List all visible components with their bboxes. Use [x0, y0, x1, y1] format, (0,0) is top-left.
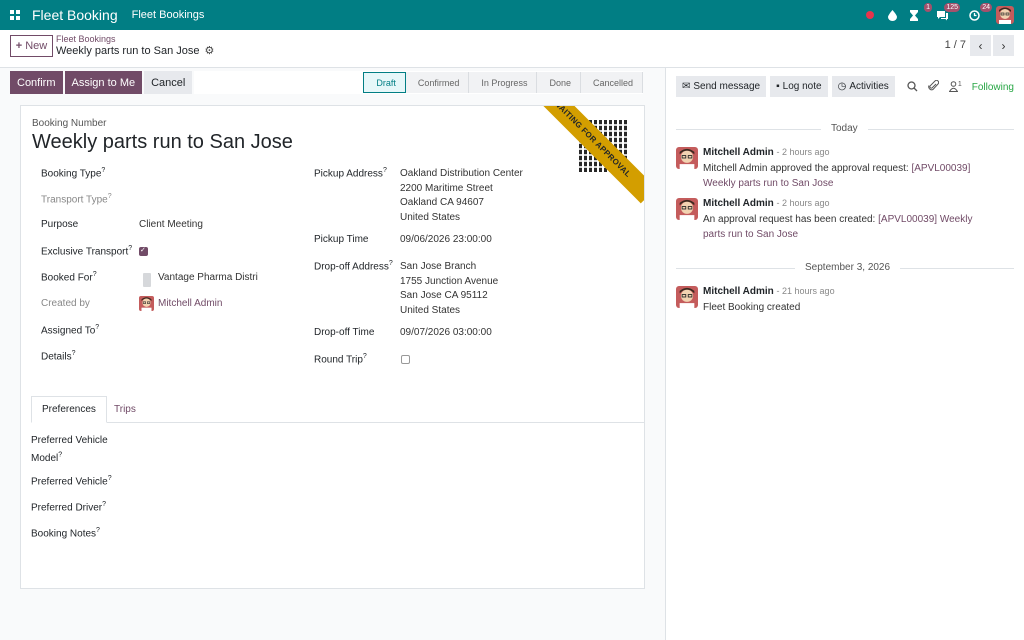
booking-number-field[interactable]: Weekly parts run to San Jose	[32, 131, 293, 154]
assign-to-me-button[interactable]: Assign to Me	[64, 71, 143, 94]
message-author[interactable]: Mitchell Admin	[703, 147, 774, 158]
apps-menu-icon[interactable]	[0, 0, 30, 30]
send-message-button[interactable]: ✉ Send message	[676, 76, 767, 97]
paperclip-icon[interactable]	[928, 79, 939, 95]
details-label: Details?	[41, 350, 76, 363]
app-brand[interactable]: Fleet Booking	[32, 7, 118, 23]
following-button[interactable]: Following	[972, 82, 1014, 93]
cancel-button[interactable]: Cancel	[144, 71, 193, 94]
top-navbar: Fleet Booking Fleet Bookings 1 125 24	[0, 0, 1024, 30]
creator-avatar	[139, 296, 154, 311]
note-icon: ▪	[776, 81, 780, 92]
confirm-button[interactable]: Confirm	[10, 71, 63, 94]
pager-next-button[interactable]: ›	[993, 35, 1014, 56]
purpose-label: Purpose	[41, 219, 79, 230]
dropoff-address-field[interactable]: San Jose Branch 1755 Junction Avenue San…	[400, 260, 498, 318]
pager-value[interactable]: 1 / 7	[945, 39, 966, 51]
activity-icon[interactable]: 1	[904, 0, 932, 30]
message-body: Fleet Booking created	[703, 302, 801, 313]
author-avatar[interactable]	[676, 198, 698, 220]
message-time: - 21 hours ago	[776, 286, 835, 296]
new-button[interactable]: + New	[10, 35, 53, 57]
pickup-time-field[interactable]: 09/06/2026 23:00:00	[400, 234, 492, 245]
partner-icon	[143, 273, 151, 287]
message-body: An approval request has been created: [A…	[703, 214, 973, 240]
tab-preferences[interactable]: Preferences	[31, 396, 107, 423]
message-time: - 2 hours ago	[776, 147, 830, 157]
followers-button[interactable]: 1	[948, 80, 962, 95]
created-by-label: Created by	[41, 298, 90, 309]
round-trip-label: Round Trip?	[314, 353, 367, 366]
message-author[interactable]: Mitchell Admin	[703, 286, 774, 297]
gear-icon[interactable]: ⚙	[204, 44, 214, 57]
date-separator-past: September 3, 2026	[795, 262, 901, 273]
breadcrumb[interactable]: Fleet Bookings	[56, 34, 116, 44]
activities-button[interactable]: ◷ Activities	[831, 76, 895, 97]
pager-previous-button[interactable]: ‹	[970, 35, 991, 56]
stage-draft[interactable]: Draft	[363, 72, 406, 93]
menu-fleet-bookings[interactable]: Fleet Bookings	[132, 9, 205, 21]
preferred-vehicle-model-label: Preferred Vehicle Model?	[31, 435, 108, 464]
form-area: Confirm Assign to Me Cancel Draft Confir…	[0, 68, 666, 640]
stage-pipeline: Draft Confirmed In Progress Done Cancell…	[363, 71, 643, 94]
round-trip-checkbox[interactable]	[401, 355, 410, 364]
notebook-tabs: Preferences Trips	[31, 396, 644, 423]
pickup-address-field[interactable]: Oakland Distribution Center 2200 Maritim…	[400, 167, 523, 225]
booking-notes-label: Booking Notes?	[31, 527, 100, 540]
message-time: - 2 hours ago	[776, 198, 830, 208]
author-avatar[interactable]	[676, 147, 698, 169]
dropoff-address-label: Drop-off Address?	[314, 260, 393, 273]
stage-in-progress[interactable]: In Progress	[469, 72, 538, 93]
user-avatar[interactable]	[996, 6, 1014, 24]
status-bar: Confirm Assign to Me Cancel Draft Confir…	[10, 71, 643, 94]
chevron-left-icon: ‹	[978, 38, 983, 53]
booking-number-label: Booking Number	[32, 118, 107, 129]
envelope-icon: ✉	[682, 81, 691, 92]
log-note-button[interactable]: ▪ Log note	[770, 76, 828, 97]
messages-count-badge: 125	[944, 3, 960, 12]
message-body: Mitchell Admin approved the approval req…	[703, 163, 971, 189]
message-author[interactable]: Mitchell Admin	[703, 198, 774, 209]
stage-confirmed[interactable]: Confirmed	[405, 72, 470, 93]
date-separator-today: Today	[821, 123, 868, 134]
timer-icon[interactable]: 24	[964, 0, 992, 30]
chevron-right-icon: ›	[1001, 38, 1006, 53]
timer-count-badge: 24	[980, 3, 992, 12]
stage-cancelled[interactable]: Cancelled	[580, 72, 643, 93]
followers-count: 1	[957, 80, 962, 88]
chatter-panel: ✉ Send message ▪ Log note ◷ Activities 1…	[666, 68, 1024, 640]
drop-icon[interactable]	[882, 0, 902, 30]
control-panel: + New Fleet Bookings Weekly parts run to…	[0, 30, 1024, 68]
exclusive-transport-checkbox[interactable]	[139, 246, 148, 256]
assigned-to-label: Assigned To?	[41, 324, 100, 337]
created-by-field[interactable]: Mitchell Admin	[158, 298, 222, 309]
dropoff-time-label: Drop-off Time	[314, 327, 375, 338]
new-button-label: New	[25, 40, 48, 52]
record-title: Weekly parts run to San Jose	[56, 44, 200, 57]
search-icon[interactable]	[907, 80, 918, 95]
person-icon	[948, 80, 959, 95]
booked-for-field[interactable]: Vantage Pharma Distrib	[158, 272, 258, 283]
activity-count-badge: 1	[924, 3, 932, 12]
stage-done[interactable]: Done	[537, 72, 581, 93]
preferred-driver-label: Preferred Driver?	[31, 501, 107, 514]
exclusive-transport-label: Exclusive Transport?	[41, 245, 133, 258]
form-sheet: WAITING FOR APPROVAL Booking Number Week…	[20, 105, 645, 589]
tab-trips[interactable]: Trips	[104, 396, 146, 423]
recording-status-icon[interactable]	[860, 0, 880, 30]
messages-icon[interactable]: 125	[932, 0, 960, 30]
record-title-row: Weekly parts run to San Jose ⚙	[56, 44, 214, 58]
booking-type-label: Booking Type?	[41, 167, 106, 180]
pickup-address-label: Pickup Address?	[314, 167, 387, 180]
author-avatar[interactable]	[676, 286, 698, 308]
booked-for-label: Booked For?	[41, 271, 97, 284]
purpose-field[interactable]: Client Meeting	[139, 219, 203, 230]
dropoff-time-field[interactable]: 09/07/2026 03:00:00	[400, 327, 492, 338]
clock-icon: ◷	[837, 81, 847, 92]
pickup-time-label: Pickup Time	[314, 234, 369, 245]
transport-type-label: Transport Type?	[41, 193, 112, 206]
preferred-vehicle-label: Preferred Vehicle?	[31, 475, 112, 488]
plus-icon: +	[15, 40, 23, 52]
